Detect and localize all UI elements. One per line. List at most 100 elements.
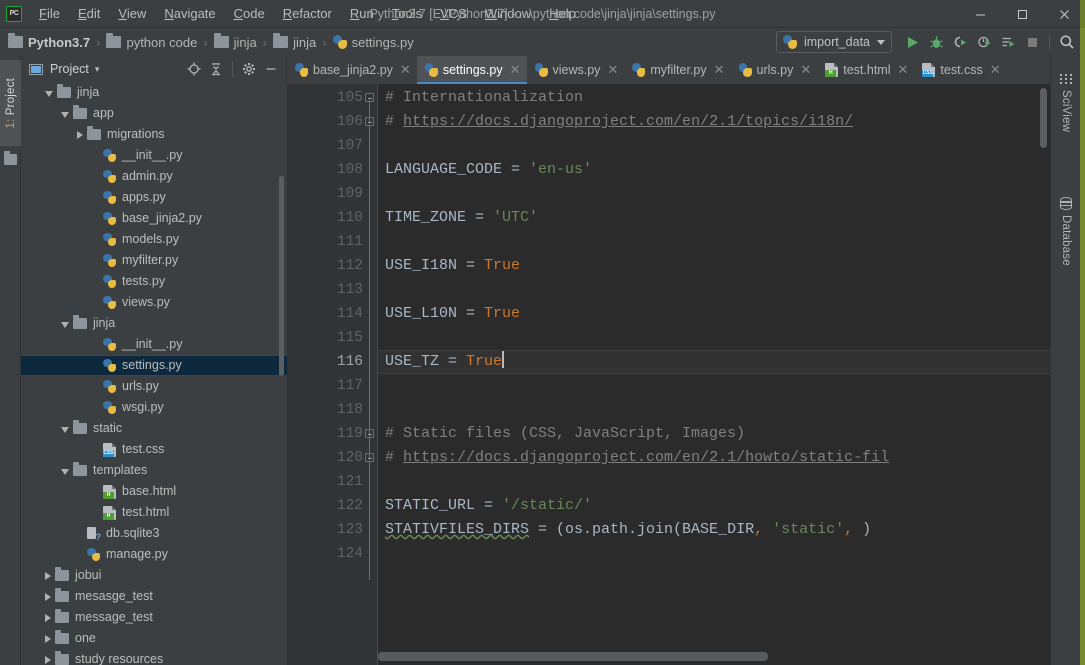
tool-window-button-project[interactable]: 1: Project	[0, 60, 21, 146]
code-token: # Internationalization	[385, 89, 584, 106]
code-area[interactable]: # Internationalization # https://docs.dja…	[378, 84, 1050, 665]
tree-row[interactable]: Htest.html	[21, 502, 287, 523]
tool-window-button-database[interactable]: Database	[1051, 186, 1081, 266]
minimize-button[interactable]	[959, 0, 1001, 28]
chevron-down-icon[interactable]	[61, 426, 69, 433]
menu-item-run[interactable]: Run	[341, 3, 383, 25]
tree-row[interactable]: settings.py	[21, 355, 287, 376]
collapse-all-button[interactable]	[205, 58, 227, 80]
tree-row[interactable]: manage.py	[21, 544, 287, 565]
tree-row[interactable]: app	[21, 103, 287, 124]
close-icon[interactable]: ✕	[990, 63, 1001, 76]
select-opened-file-button[interactable]	[183, 58, 205, 80]
menu-item-file[interactable]: File	[30, 3, 69, 25]
close-icon[interactable]: ✕	[400, 63, 411, 76]
breadcrumb-item[interactable]: jinja	[273, 33, 316, 50]
tree-row[interactable]: urls.py	[21, 376, 287, 397]
chevron-down-icon[interactable]	[61, 321, 69, 328]
code-editor[interactable]: 105 106 107 108 109 110 111 112 113 114 115 116 117 1…	[287, 84, 1050, 665]
close-icon[interactable]: ✕	[607, 63, 618, 76]
chevron-down-icon[interactable]	[61, 111, 69, 118]
tree-row[interactable]: CSS test.css	[21, 439, 287, 460]
tree-row[interactable]: apps.py	[21, 187, 287, 208]
menu-item-tools[interactable]: Tools	[383, 3, 431, 25]
chevron-right-icon[interactable]	[45, 613, 51, 622]
tree-row[interactable]: admin.py	[21, 166, 287, 187]
fold-region-line	[369, 460, 370, 580]
profile-button[interactable]	[972, 30, 996, 54]
tree-row[interactable]: message_test	[21, 607, 287, 628]
tree-row[interactable]: db.sqlite3	[21, 523, 287, 544]
tree-row[interactable]: migrations	[21, 124, 287, 145]
menu-item-refactor[interactable]: Refactor	[274, 3, 341, 25]
tree-row[interactable]: mesasge_test	[21, 586, 287, 607]
editor-tab[interactable]: settings.py ✕	[416, 56, 527, 84]
tree-row[interactable]: myfilter.py	[21, 250, 287, 271]
editor-tab[interactable]: Htest.html ✕	[817, 56, 914, 84]
run-configuration-selector[interactable]: import_data	[775, 31, 892, 53]
close-button[interactable]	[1043, 0, 1085, 28]
editor-tab[interactable]: views.py ✕	[527, 56, 625, 84]
debug-button[interactable]	[924, 30, 948, 54]
menu-item-navigate[interactable]: Navigate	[155, 3, 224, 25]
tree-row[interactable]: templates	[21, 460, 287, 481]
code-token: ,	[844, 521, 863, 538]
tree-row[interactable]: models.py	[21, 229, 287, 250]
stop-button[interactable]	[1020, 30, 1044, 54]
tree-row[interactable]: jinja	[21, 82, 287, 103]
chevron-down-icon[interactable]	[61, 468, 69, 475]
tree-row[interactable]: base_jinja2.py	[21, 208, 287, 229]
run-button[interactable]	[900, 30, 924, 54]
tool-window-button-sciview[interactable]: SciView	[1051, 62, 1081, 132]
search-everywhere-button[interactable]	[1055, 30, 1079, 54]
tree-row[interactable]: __init__.py	[21, 145, 287, 166]
tree-row[interactable]: tests.py	[21, 271, 287, 292]
menu-item-code[interactable]: Code	[225, 3, 274, 25]
tree-row[interactable]: jobui	[21, 565, 287, 586]
project-tree[interactable]: jinja app migrations __init__.py admin.py app…	[21, 82, 287, 665]
settings-button[interactable]	[238, 58, 260, 80]
breadcrumb-item[interactable]: jinja	[213, 33, 257, 50]
tree-row[interactable]: views.py	[21, 292, 287, 313]
chevron-down-icon[interactable]: ▾	[95, 64, 100, 75]
menu-item-view[interactable]: View	[109, 3, 155, 25]
editor-tab[interactable]: CSS test.css ✕	[914, 56, 1006, 84]
breadcrumb-item[interactable]: python code	[106, 33, 197, 50]
editor-tab[interactable]: urls.py ✕	[731, 56, 818, 84]
tree-row[interactable]: study resources	[21, 649, 287, 665]
tree-row[interactable]: one	[21, 628, 287, 649]
tree-row[interactable]: static	[21, 418, 287, 439]
menu-item-edit[interactable]: Edit	[69, 3, 109, 25]
tree-row[interactable]: Hbase.html	[21, 481, 287, 502]
editor-tab[interactable]: myfilter.py ✕	[624, 56, 730, 84]
run-tests-button[interactable]	[996, 30, 1020, 54]
project-tree-scrollbar[interactable]	[279, 176, 284, 376]
close-icon[interactable]: ✕	[898, 63, 909, 76]
tree-row[interactable]: __init__.py	[21, 334, 287, 355]
chevron-right-icon[interactable]	[45, 655, 51, 664]
menu-item-vcs[interactable]: VCS	[431, 3, 476, 25]
tree-row[interactable]: wsgi.py	[21, 397, 287, 418]
chevron-right-icon[interactable]	[77, 130, 83, 139]
close-icon[interactable]: ✕	[510, 63, 521, 76]
chevron-right-icon[interactable]	[45, 634, 51, 643]
close-icon[interactable]: ✕	[714, 63, 725, 76]
chevron-right-icon[interactable]	[45, 592, 51, 601]
database-icon	[1060, 197, 1072, 210]
editor-vertical-scrollbar[interactable]	[1040, 88, 1047, 148]
hide-panel-button[interactable]	[260, 58, 282, 80]
breadcrumb-item[interactable]: settings.py	[332, 34, 414, 50]
code-token: True	[466, 353, 503, 370]
run-with-coverage-button[interactable]	[948, 30, 972, 54]
editor-gutter[interactable]: 105 106 107 108 109 110 111 112 113 114 115 116 117 1…	[287, 84, 377, 665]
editor-tab[interactable]: base_jinja2.py ✕	[287, 56, 417, 84]
tree-row[interactable]: jinja	[21, 313, 287, 334]
close-icon[interactable]: ✕	[800, 63, 811, 76]
breadcrumb-item[interactable]: Python3.7	[8, 33, 90, 50]
chevron-down-icon[interactable]	[45, 90, 53, 97]
maximize-button[interactable]	[1001, 0, 1043, 28]
editor-horizontal-scrollbar[interactable]	[378, 652, 768, 661]
menu-item-help[interactable]: Help	[540, 3, 585, 25]
menu-item-window[interactable]: Window	[476, 3, 540, 25]
chevron-right-icon[interactable]	[45, 571, 51, 580]
